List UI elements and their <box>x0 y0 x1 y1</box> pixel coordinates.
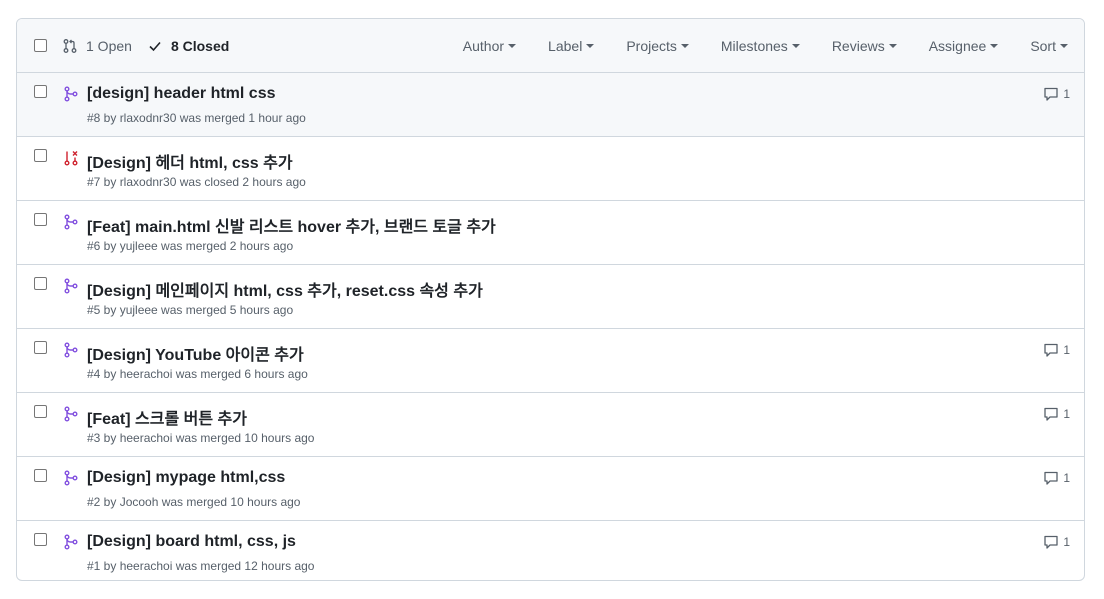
caret-down-icon <box>508 44 517 48</box>
comment-icon <box>1044 535 1058 549</box>
author-filter[interactable]: Author <box>462 37 517 54</box>
pr-title-link[interactable]: [Design] board html, css, js <box>87 533 296 551</box>
caret-down-icon <box>888 44 897 48</box>
caret-down-icon <box>791 44 800 48</box>
comment-count: 1 <box>1063 471 1070 485</box>
filter-label: Reviews <box>831 37 885 54</box>
pr-title-link[interactable]: [Design] 헤더 html, css 추가 <box>87 149 293 173</box>
pr-title-link[interactable]: [Design] mypage html,css <box>87 469 285 487</box>
pr-meta: #7 by rlaxodnr30 was closed 2 hours ago <box>87 175 306 189</box>
pr-select-checkbox[interactable] <box>34 277 47 290</box>
filter-label: Assignee <box>928 37 987 54</box>
projects-filter[interactable]: Projects <box>626 38 689 54</box>
pr-select-checkbox[interactable] <box>34 213 47 226</box>
comment-count: 1 <box>1063 87 1070 101</box>
pr-select-checkbox[interactable] <box>34 469 47 482</box>
comment-count-link[interactable]: 1 <box>1043 470 1070 486</box>
milestones-filter[interactable]: Milestones <box>721 38 800 54</box>
pr-select-checkbox[interactable] <box>34 149 47 162</box>
assignee-filter[interactable]: Assignee <box>929 38 999 54</box>
merged-pr-icon <box>64 278 78 294</box>
pr-title-link[interactable]: [Feat] main.html 신발 리스트 hover 추가, 브랜드 토글… <box>87 213 496 237</box>
pr-meta: #6 by yujleee was merged 2 hours ago <box>87 239 294 253</box>
merged-pr-icon <box>64 86 78 102</box>
pr-row[interactable]: [Design] board html, css, js #1 by heera… <box>17 521 1084 580</box>
pr-meta: #1 by heerachoi was merged 12 hours ago <box>87 559 315 573</box>
reviews-filter[interactable]: Reviews <box>832 38 897 54</box>
filter-label: Milestones <box>720 37 788 54</box>
sort-filter[interactable]: Sort <box>1030 38 1068 54</box>
caret-down-icon <box>1060 44 1068 48</box>
pr-row[interactable]: [Feat] main.html 신발 리스트 hover 추가, 브랜드 토글… <box>17 201 1084 265</box>
pr-select-checkbox[interactable] <box>34 533 47 546</box>
filter-label: Author <box>462 37 505 54</box>
list-header: 1 Open 8 Closed Author Label Projects Mi… <box>17 19 1084 73</box>
pr-row[interactable]: [Feat] 스크롤 버튼 추가 #3 by heerachoi was mer… <box>17 393 1084 457</box>
caret-down-icon <box>990 44 999 48</box>
closed-count-label: 8 Closed <box>170 37 230 54</box>
caret-down-icon <box>586 44 595 48</box>
merged-pr-icon <box>64 470 78 486</box>
select-all-checkbox[interactable] <box>34 39 47 52</box>
filter-bar: Author Label Projects Milestones Reviews… <box>431 19 1068 72</box>
pr-title-link[interactable]: [design] header html css <box>87 85 276 103</box>
pr-row[interactable]: [Design] 메인페이지 html, css 추가, reset.css 속… <box>17 265 1084 329</box>
comment-count-link[interactable]: 1 <box>1043 406 1070 422</box>
open-filter[interactable]: 1 Open <box>62 38 132 54</box>
pr-select-checkbox[interactable] <box>34 405 47 418</box>
closed-pr-icon <box>64 151 78 166</box>
open-count-label: 1 Open <box>86 37 132 54</box>
pr-title-link[interactable]: [Feat] 스크롤 버튼 추가 <box>87 405 247 429</box>
pr-title-link[interactable]: [Design] YouTube 아이콘 추가 <box>87 341 304 365</box>
pr-meta: #8 by rlaxodnr30 was merged 1 hour ago <box>87 111 306 125</box>
check-icon <box>149 41 161 51</box>
pr-meta: #3 by heerachoi was merged 10 hours ago <box>87 431 315 445</box>
closed-filter[interactable]: 8 Closed <box>147 38 229 54</box>
comment-icon <box>1044 87 1058 101</box>
pr-select-checkbox[interactable] <box>34 85 47 98</box>
merged-pr-icon <box>64 214 78 230</box>
comment-count-link[interactable]: 1 <box>1043 86 1070 102</box>
state-toggles: 1 Open 8 Closed <box>62 19 229 72</box>
comment-icon <box>1044 471 1058 485</box>
comment-count: 1 <box>1063 535 1070 549</box>
pull-request-list: 1 Open 8 Closed Author Label Projects Mi… <box>16 18 1085 581</box>
pr-row[interactable]: [Design] 헤더 html, css 추가 #7 by rlaxodnr3… <box>17 137 1084 201</box>
filter-label: Projects <box>626 37 677 54</box>
comment-icon <box>1044 343 1058 357</box>
merged-pr-icon <box>64 534 78 550</box>
caret-down-icon <box>680 44 689 48</box>
pr-meta: #2 by Jocooh was merged 10 hours ago <box>87 495 301 509</box>
pull-request-icon <box>63 38 77 53</box>
pr-row[interactable]: [design] header html css #8 by rlaxodnr3… <box>17 73 1084 137</box>
pr-meta: #4 by heerachoi was merged 6 hours ago <box>87 367 308 381</box>
pr-meta: #5 by yujleee was merged 5 hours ago <box>87 303 294 317</box>
pr-select-checkbox[interactable] <box>34 341 47 354</box>
comment-count: 1 <box>1063 343 1070 357</box>
pr-title-link[interactable]: [Design] 메인페이지 html, css 추가, reset.css 속… <box>87 277 483 301</box>
comment-count-link[interactable]: 1 <box>1043 534 1070 550</box>
comment-icon <box>1044 407 1058 421</box>
pr-rows: [design] header html css #8 by rlaxodnr3… <box>17 73 1084 580</box>
label-filter[interactable]: Label <box>548 37 595 54</box>
pr-row[interactable]: [Design] YouTube 아이콘 추가 #4 by heerachoi … <box>17 329 1084 393</box>
filter-label: Label <box>548 37 583 54</box>
filter-label: Sort <box>1030 37 1056 54</box>
pr-row[interactable]: [Design] mypage html,css #2 by Jocooh wa… <box>17 457 1084 521</box>
merged-pr-icon <box>64 406 78 422</box>
merged-pr-icon <box>64 342 78 358</box>
comment-count-link[interactable]: 1 <box>1043 342 1070 358</box>
comment-count: 1 <box>1063 407 1070 421</box>
